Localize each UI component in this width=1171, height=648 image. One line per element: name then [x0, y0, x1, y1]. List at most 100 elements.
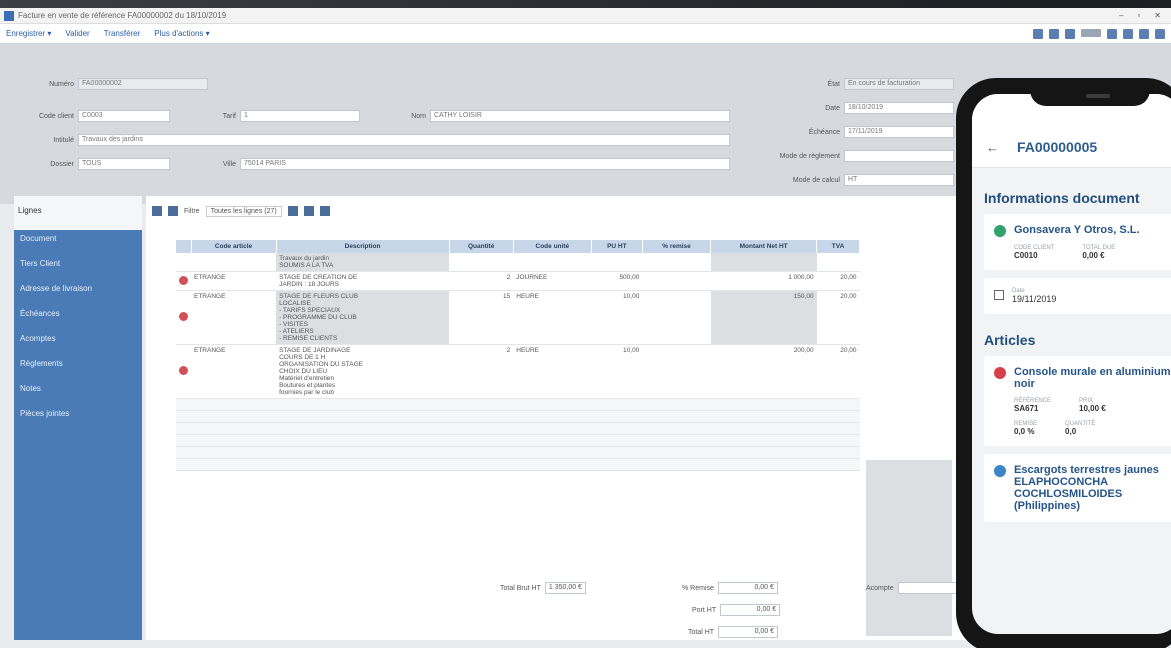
empty-cell[interactable]: [176, 446, 191, 459]
cell-montant[interactable]: 200,00: [710, 344, 817, 399]
input-intitule[interactable]: Travaux des jardins: [78, 134, 730, 146]
phone-article-card-2[interactable]: Escargots terrestres jaunes ELAPHOCONCHA…: [984, 454, 1171, 522]
cell-unite[interactable]: JOURNEE: [513, 271, 592, 291]
empty-cell[interactable]: [816, 422, 860, 435]
col-quantite[interactable]: Quantité: [449, 240, 514, 253]
col-pu[interactable]: PU HT: [591, 240, 643, 253]
cell-montant[interactable]: 1 000,00: [710, 271, 817, 291]
cell-unite[interactable]: [513, 253, 592, 272]
print-icon[interactable]: [1033, 28, 1043, 39]
cell-tva[interactable]: 20,00: [816, 344, 860, 399]
empty-cell[interactable]: [816, 458, 860, 471]
move-down-icon[interactable]: [319, 206, 330, 216]
empty-cell[interactable]: [816, 410, 860, 423]
cell-pu[interactable]: 10,00: [591, 290, 643, 345]
input-tarif[interactable]: 1: [240, 110, 360, 122]
empty-cell[interactable]: [191, 410, 277, 423]
cell-montant[interactable]: [710, 253, 817, 272]
filter-select[interactable]: Toutes les lignes (27): [205, 205, 282, 217]
cell-tva[interactable]: 20,00: [816, 290, 860, 345]
cell-description[interactable]: Travaux du jardin SOUMIS A LA TVA: [276, 253, 450, 272]
add-line-icon[interactable]: [152, 206, 162, 216]
empty-cell[interactable]: [276, 458, 450, 471]
empty-cell[interactable]: [642, 446, 711, 459]
cell-remise[interactable]: [642, 253, 711, 272]
empty-cell[interactable]: [513, 458, 592, 471]
table-row[interactable]: ETRANGE STAGE DE CREATION DE JARDIN : 18 …: [176, 271, 860, 291]
empty-row[interactable]: [176, 434, 860, 447]
lock-icon[interactable]: [1123, 28, 1133, 39]
empty-cell[interactable]: [816, 434, 860, 447]
empty-cell[interactable]: [276, 422, 450, 435]
article-remove-icon[interactable]: [994, 367, 1006, 379]
empty-cell[interactable]: [591, 410, 643, 423]
cell-unite[interactable]: HEURE: [513, 290, 592, 345]
prev-icon[interactable]: [1139, 28, 1149, 39]
empty-cell[interactable]: [591, 398, 643, 411]
empty-cell[interactable]: [191, 434, 277, 447]
empty-cell[interactable]: [816, 398, 860, 411]
article-check-icon[interactable]: [994, 465, 1006, 477]
sidebar-item-acomptes[interactable]: Acomptes: [14, 330, 142, 355]
cell-remise[interactable]: [642, 344, 711, 399]
cell-quantite[interactable]: 15: [449, 290, 514, 345]
sidebar-header[interactable]: Lignes: [14, 196, 142, 230]
empty-cell[interactable]: [513, 422, 592, 435]
delete-row-icon[interactable]: [179, 312, 188, 321]
sidebar-item-livraison[interactable]: Adresse de livraison: [14, 280, 142, 305]
empty-cell[interactable]: [449, 398, 514, 411]
input-nom[interactable]: CATHY LOISIR: [430, 110, 730, 122]
cell-description[interactable]: STAGE DE FLEURS CLUB LOCALISE - TARIFS S…: [276, 290, 450, 345]
empty-cell[interactable]: [276, 434, 450, 447]
move-up-icon[interactable]: [303, 206, 314, 216]
sidebar-item-document[interactable]: Document: [14, 230, 142, 255]
cell-code[interactable]: ETRANGE: [191, 271, 277, 291]
cell-tva[interactable]: 20,00: [816, 271, 860, 291]
menu-validate[interactable]: Valider: [65, 29, 89, 38]
menu-transfer[interactable]: Transférer: [104, 29, 141, 38]
empty-cell[interactable]: [710, 422, 817, 435]
empty-cell[interactable]: [642, 434, 711, 447]
empty-row[interactable]: [176, 446, 860, 459]
close-button[interactable]: ✕: [1154, 11, 1161, 20]
grid-icon[interactable]: [287, 206, 298, 216]
empty-cell[interactable]: [449, 422, 514, 435]
empty-cell[interactable]: [710, 410, 817, 423]
col-montant[interactable]: Montant Net HT: [710, 240, 818, 253]
input-date[interactable]: 18/10/2019: [844, 102, 954, 114]
sidebar-item-echeances[interactable]: Échéances: [14, 305, 142, 330]
next-icon[interactable]: [1155, 28, 1165, 39]
empty-row[interactable]: [176, 422, 860, 435]
col-tva[interactable]: TVA: [816, 240, 860, 253]
cell-code[interactable]: ETRANGE: [191, 290, 277, 345]
empty-cell[interactable]: [176, 458, 191, 471]
empty-row[interactable]: [176, 410, 860, 423]
cell-quantite[interactable]: [449, 253, 514, 272]
empty-cell[interactable]: [176, 398, 191, 411]
empty-cell[interactable]: [449, 410, 514, 423]
empty-cell[interactable]: [191, 446, 277, 459]
col-code[interactable]: Code article: [191, 240, 277, 253]
delete-row-icon[interactable]: [179, 275, 188, 285]
empty-cell[interactable]: [191, 422, 277, 435]
cell-code[interactable]: ETRANGE: [191, 344, 277, 399]
empty-cell[interactable]: [176, 410, 191, 423]
empty-cell[interactable]: [176, 422, 191, 435]
delete-line-icon[interactable]: [168, 206, 178, 216]
empty-cell[interactable]: [591, 422, 643, 435]
sidebar-item-tiers[interactable]: Tiers Client: [14, 255, 142, 280]
empty-cell[interactable]: [710, 434, 817, 447]
table-row[interactable]: Travaux du jardin SOUMIS A LA TVA: [176, 253, 860, 272]
empty-cell[interactable]: [276, 446, 450, 459]
cell-quantite[interactable]: 2: [449, 271, 514, 291]
sidebar-item-reglements[interactable]: Règlements: [14, 355, 142, 380]
cell-remise[interactable]: [642, 290, 711, 345]
empty-cell[interactable]: [710, 458, 817, 471]
empty-cell[interactable]: [176, 434, 191, 447]
empty-cell[interactable]: [513, 410, 592, 423]
empty-cell[interactable]: [449, 434, 514, 447]
phone-article-card-1[interactable]: Console murale en aluminium noir RÉFÉREN…: [984, 356, 1171, 446]
input-numero[interactable]: FA00000002: [78, 78, 208, 90]
remise-value[interactable]: 0,00 €: [717, 582, 778, 594]
cell-pu[interactable]: 500,00: [591, 271, 643, 291]
